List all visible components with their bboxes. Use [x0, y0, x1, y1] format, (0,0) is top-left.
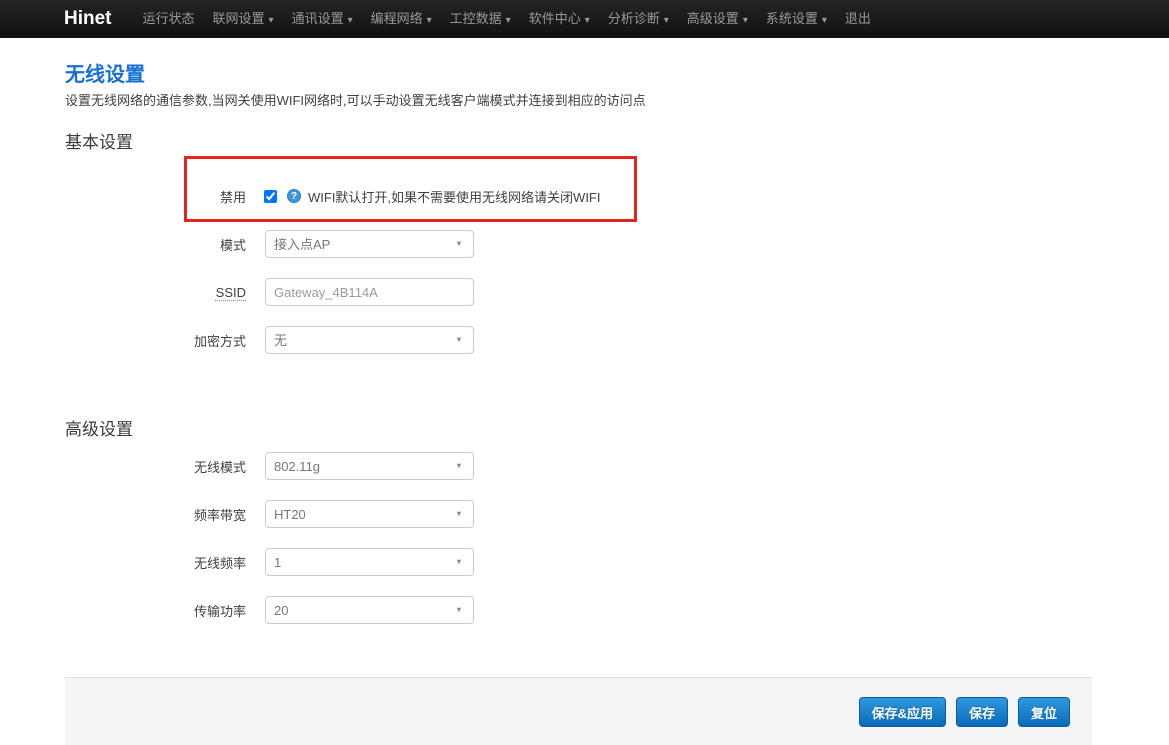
ssid-input[interactable]: [265, 278, 474, 306]
nav-item-logout[interactable]: 退出: [836, 0, 880, 38]
select-wrapper: 无: [265, 326, 474, 354]
disable-label: 禁用: [187, 187, 246, 206]
basic-fields: 模式 接入点AP SSID 加密方式 无: [65, 230, 1169, 354]
bandwidth-select[interactable]: HT20: [265, 500, 474, 528]
field-label: 加密方式: [65, 331, 246, 350]
form-row: 传输功率 20: [65, 596, 1169, 624]
form-row: 模式 接入点AP: [65, 230, 1169, 258]
chevron-down-icon: ▾: [427, 15, 432, 26]
form-row: SSID: [65, 278, 1169, 306]
channel-select[interactable]: 1: [265, 548, 474, 576]
form-row: 加密方式 无: [65, 326, 1169, 354]
nav-item-network-settings[interactable]: 联网设置▾: [204, 0, 283, 38]
form-row: 无线模式 802.11g: [65, 452, 1169, 480]
disable-checkbox[interactable]: [264, 190, 277, 203]
nav-item-system-settings[interactable]: 系统设置▾: [757, 0, 836, 38]
top-navbar: Hinet 运行状态 联网设置▾ 通讯设置▾ 编程网络▾ 工控数据▾ 软件中心▾…: [0, 0, 1169, 38]
encryption-select[interactable]: 无: [265, 326, 474, 354]
section-heading-advanced: 高级设置: [65, 421, 1169, 439]
chevron-down-icon: ▾: [269, 15, 274, 26]
save-button[interactable]: 保存: [956, 697, 1008, 727]
select-wrapper: 接入点AP: [265, 230, 474, 258]
nav-item-programming-network[interactable]: 编程网络▾: [362, 0, 441, 38]
nav-item-run-status[interactable]: 运行状态: [134, 0, 204, 38]
brand-logo[interactable]: Hinet: [64, 0, 112, 38]
chevron-down-icon: ▾: [822, 15, 827, 26]
nav-item-analysis-diagnosis[interactable]: 分析诊断▾: [599, 0, 678, 38]
wireless-mode-select[interactable]: 802.11g: [265, 452, 474, 480]
select-wrapper: HT20: [265, 500, 474, 528]
question-circle-icon: ?: [287, 189, 301, 203]
disable-note: WIFI默认打开,如果不需要使用无线网络请关闭WIFI: [308, 187, 600, 206]
field-label: 传输功率: [65, 601, 246, 620]
tx-power-select[interactable]: 20: [265, 596, 474, 624]
highlight-red-box: 禁用 ? WIFI默认打开,如果不需要使用无线网络请关闭WIFI: [184, 156, 637, 222]
chevron-down-icon: ▾: [585, 15, 590, 26]
chevron-down-icon: ▾: [506, 15, 511, 26]
form-row: 频率带宽 HT20: [65, 500, 1169, 528]
nav-item-comm-settings[interactable]: 通讯设置▾: [283, 0, 362, 38]
chevron-down-icon: ▾: [664, 15, 669, 26]
reset-button[interactable]: 复位: [1018, 697, 1070, 727]
field-label: 无线模式: [65, 457, 246, 476]
form-row: 无线频率 1: [65, 548, 1169, 576]
main-content: 无线设置 设置无线网络的通信参数,当网关使用WIFI网络时,可以手动设置无线客户…: [0, 63, 1169, 624]
nav-item-advanced-settings[interactable]: 高级设置▾: [678, 0, 757, 38]
chevron-down-icon: ▾: [743, 15, 748, 26]
nav-menu: 运行状态 联网设置▾ 通讯设置▾ 编程网络▾ 工控数据▾ 软件中心▾ 分析诊断▾…: [134, 0, 880, 38]
select-wrapper: 1: [265, 548, 474, 576]
basic-settings-section: 基本设置 禁用 ? WIFI默认打开,如果不需要使用无线网络请关闭WIFI 模式…: [65, 134, 1169, 354]
field-label: 模式: [65, 235, 246, 254]
field-label: 频率带宽: [65, 505, 246, 524]
select-wrapper: 20: [265, 596, 474, 624]
select-wrapper: 802.11g: [265, 452, 474, 480]
advanced-settings-section: 高级设置 无线模式 802.11g 频率带宽 HT20 无线频率 1 传输功率 …: [65, 421, 1169, 624]
advanced-fields: 无线模式 802.11g 频率带宽 HT20 无线频率 1 传输功率 20: [65, 452, 1169, 624]
footer-action-bar: 保存&应用 保存 复位: [65, 677, 1092, 745]
field-label: SSID: [65, 285, 246, 300]
save-apply-button[interactable]: 保存&应用: [859, 697, 946, 727]
nav-item-industrial-data[interactable]: 工控数据▾: [441, 0, 520, 38]
page-subtitle: 设置无线网络的通信参数,当网关使用WIFI网络时,可以手动设置无线客户端模式并连…: [65, 94, 1169, 108]
nav-item-software-center[interactable]: 软件中心▾: [520, 0, 599, 38]
chevron-down-icon: ▾: [348, 15, 353, 26]
mode-select[interactable]: 接入点AP: [265, 230, 474, 258]
section-heading-basic: 基本设置: [65, 134, 1169, 152]
page-title: 无线设置: [65, 63, 1169, 87]
field-label: 无线频率: [65, 553, 246, 572]
